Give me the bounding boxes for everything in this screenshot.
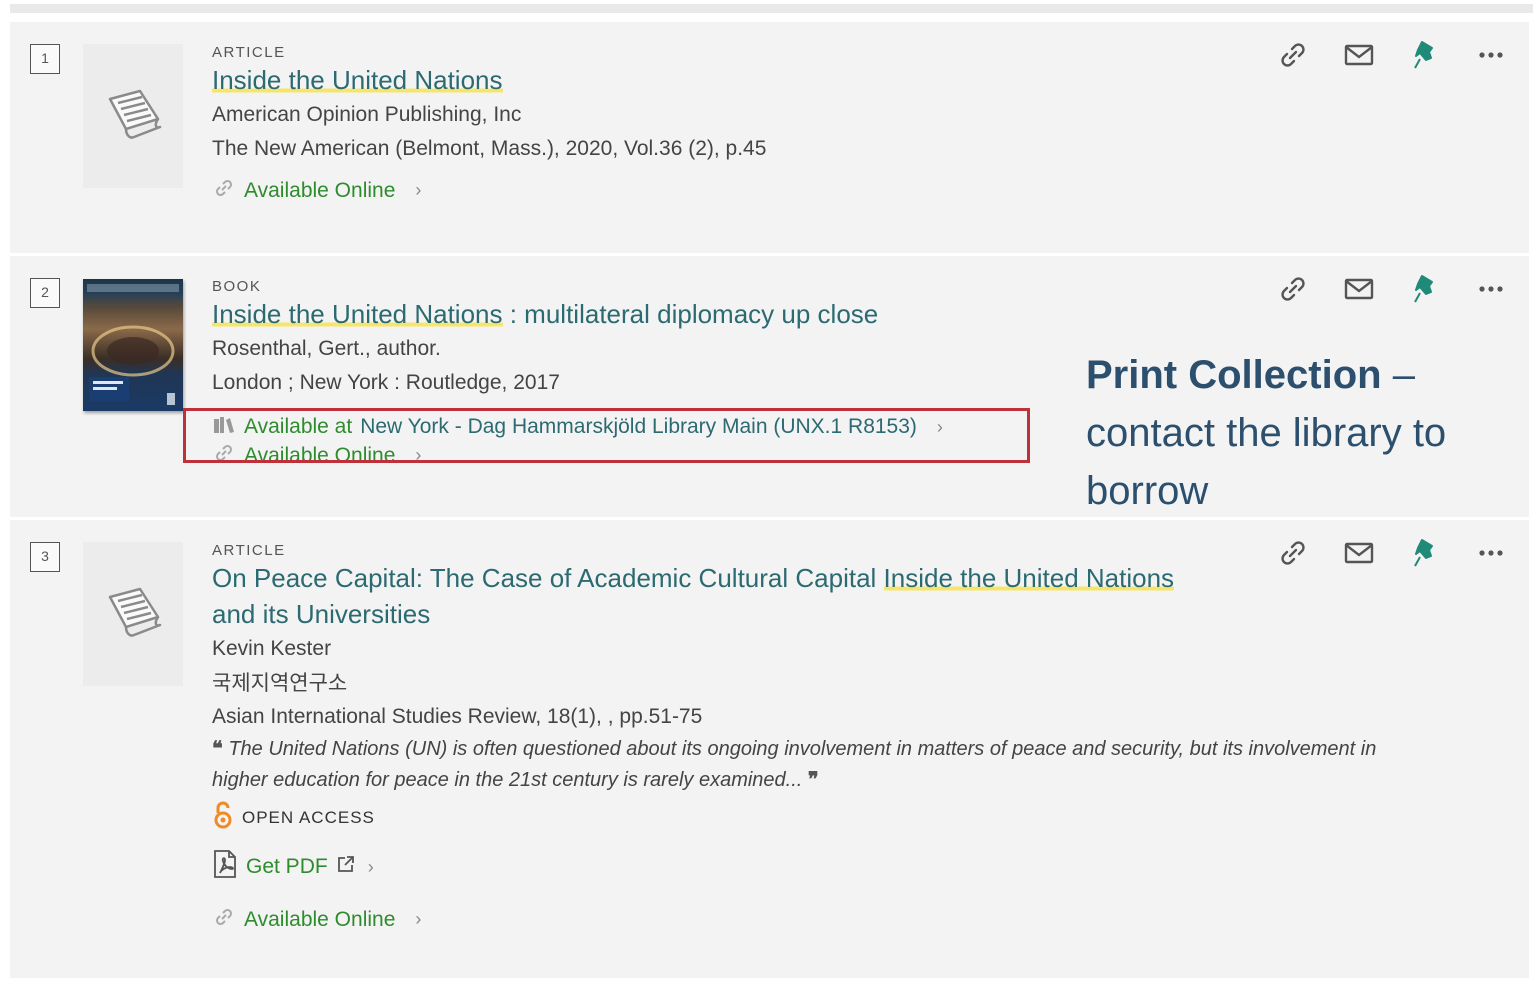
get-pdf-label[interactable]: Get PDF [246,855,328,879]
article-thumbnail[interactable] [83,542,183,686]
abstract-snippet: ❝ The United Nations (UN) is often quest… [212,734,1402,796]
link-icon [212,178,236,203]
top-divider [10,4,1533,13]
link-icon[interactable] [1275,272,1311,306]
title-highlight[interactable]: Inside the United Nations [883,563,1175,593]
abstract-text: The United Nations (UN) is often questio… [212,738,1377,791]
source: The New American (Belmont, Mass.), 2020,… [212,137,767,160]
result-card-3[interactable]: 3 ARTICLE On Peace Capital: The Case of … [10,520,1529,978]
result-actions [1275,272,1509,306]
print-collection-highlight-box [183,408,1030,463]
author: Kevin Kester [212,637,332,660]
document-icon [108,587,162,637]
more-icon[interactable] [1473,272,1509,306]
external-link-icon [336,854,356,880]
quote-icon: ❝ [212,738,229,760]
result-index: 1 [30,44,60,74]
organization: 국제지역연구소 [212,671,348,695]
chevron-right-icon[interactable]: › [368,857,374,878]
source: Asian International Studies Review, 18(1… [212,705,703,728]
more-icon[interactable] [1473,536,1509,570]
title-line2[interactable]: and its Universities [212,599,430,629]
result-title-link[interactable]: On Peace Capital: The Case of Academic C… [212,560,1519,632]
pin-icon[interactable] [1407,38,1443,72]
link-icon[interactable] [1275,38,1311,72]
availability-label[interactable]: Available Online [244,179,395,203]
open-access-label: OPEN ACCESS [242,807,375,827]
title-rest[interactable]: : multilateral diplomacy up close [503,299,879,329]
result-actions [1275,536,1509,570]
print-collection-callout: Print Collection – contact the library t… [1086,346,1506,520]
document-icon [108,89,162,139]
result-actions [1275,38,1509,72]
link-icon[interactable] [1275,536,1311,570]
result-index: 3 [30,542,60,572]
chevron-right-icon[interactable]: › [415,180,421,201]
link-icon [212,907,236,932]
open-access-badge: OPEN ACCESS [212,800,1519,835]
available-online-link[interactable]: Available Online › [212,178,1519,203]
envelope-icon[interactable] [1341,536,1377,570]
envelope-icon[interactable] [1341,38,1377,72]
article-thumbnail[interactable] [83,44,183,188]
envelope-icon[interactable] [1341,272,1377,306]
pdf-icon [212,849,238,885]
chevron-right-icon[interactable]: › [415,909,421,930]
title-highlight[interactable]: Inside the United Nations [212,65,503,95]
publisher: American Opinion Publishing, Inc [212,103,522,126]
title-prefix[interactable]: On Peace Capital: The Case of Academic C… [212,563,884,593]
book-cover-art [87,284,179,405]
quote-icon: ❞ [802,769,819,791]
pin-icon[interactable] [1407,272,1443,306]
result-index: 2 [30,278,60,308]
book-cover-image[interactable] [83,279,183,411]
callout-bold: Print Collection [1086,353,1382,397]
title-highlight[interactable]: Inside the United Nations [212,299,503,329]
pin-icon[interactable] [1407,536,1443,570]
result-card-1[interactable]: 1 ARTICLE Inside the United Nations Amer… [10,22,1529,253]
open-access-icon [212,800,234,835]
available-online-link[interactable]: Available Online › [212,907,1519,932]
more-icon[interactable] [1473,38,1509,72]
availability-label[interactable]: Available Online [244,908,395,932]
get-pdf-link[interactable]: Get PDF › [212,849,1519,885]
